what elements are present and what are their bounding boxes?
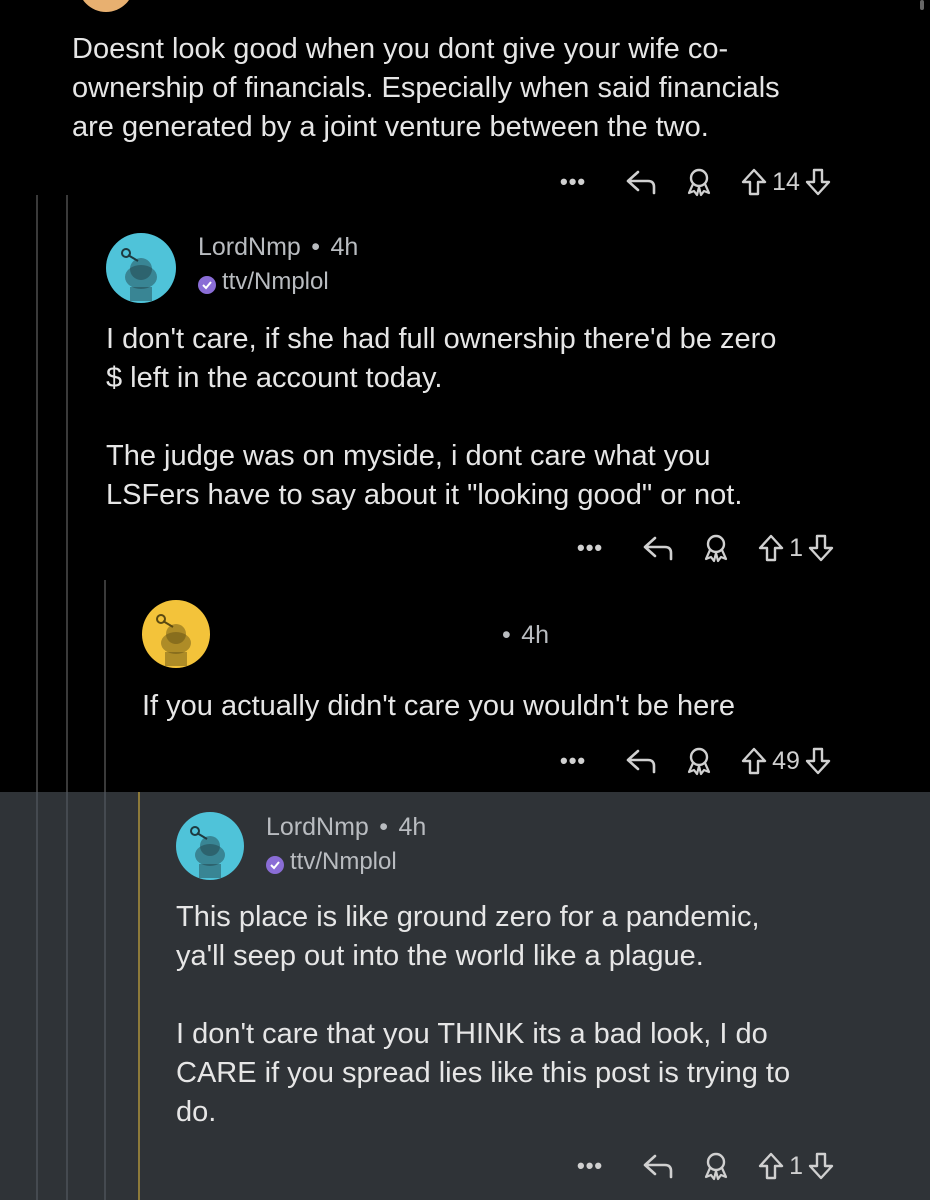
thread-line-1 bbox=[36, 792, 38, 1200]
comment-body: If you actually didn't care you wouldn't… bbox=[142, 690, 736, 722]
award-icon[interactable] bbox=[701, 1151, 731, 1181]
award-icon[interactable] bbox=[684, 746, 714, 776]
comment-body: Doesnt look good when you dont give your… bbox=[72, 33, 780, 143]
vote-score: 49 bbox=[772, 746, 800, 775]
snoo-avatar-icon bbox=[190, 826, 225, 878]
snoo-avatar-icon bbox=[121, 248, 157, 301]
upvote-icon[interactable] bbox=[740, 167, 768, 197]
comment-actions: ••• 49 bbox=[560, 743, 832, 779]
verified-icon bbox=[266, 855, 284, 874]
user-flair: ttv/Nmplol bbox=[266, 848, 397, 876]
avatar[interactable] bbox=[106, 233, 176, 303]
thread-line-2 bbox=[66, 792, 68, 1200]
award-icon[interactable] bbox=[684, 167, 714, 197]
scrollbar[interactable] bbox=[920, 0, 924, 10]
comment-header: LordNmp • 4h bbox=[266, 813, 426, 842]
downvote-icon[interactable] bbox=[804, 746, 832, 776]
reply-icon[interactable] bbox=[624, 746, 658, 776]
comment-actions: ••• 1 bbox=[577, 1148, 835, 1184]
user-flair: ttv/Nmplol bbox=[198, 268, 329, 296]
vote-score: 1 bbox=[789, 533, 804, 562]
downvote-icon[interactable] bbox=[807, 1151, 835, 1181]
vote-score: 14 bbox=[772, 167, 800, 196]
username[interactable]: LordNmp bbox=[266, 813, 369, 841]
comment-actions: ••• 14 bbox=[560, 164, 832, 200]
highlight-line bbox=[138, 792, 140, 1200]
upvote-icon[interactable] bbox=[757, 533, 785, 563]
thread-line-1 bbox=[36, 195, 38, 795]
avatar[interactable] bbox=[142, 600, 210, 668]
comment-body: This place is like ground zero for a pan… bbox=[176, 901, 791, 1128]
downvote-icon[interactable] bbox=[804, 167, 832, 197]
vote-score: 1 bbox=[789, 1151, 804, 1180]
timestamp: 4h bbox=[330, 233, 359, 261]
verified-icon bbox=[198, 275, 216, 294]
more-icon[interactable]: ••• bbox=[577, 1153, 603, 1179]
upvote-icon[interactable] bbox=[740, 746, 768, 776]
upvote-icon[interactable] bbox=[757, 1151, 785, 1181]
thread-line-3 bbox=[104, 580, 106, 795]
downvote-icon[interactable] bbox=[807, 533, 835, 563]
reply-icon[interactable] bbox=[641, 533, 675, 563]
thread-line-2 bbox=[66, 195, 68, 795]
separator: • bbox=[502, 621, 511, 649]
timestamp: 4h bbox=[521, 621, 550, 649]
more-icon[interactable]: ••• bbox=[560, 169, 586, 195]
reply-icon[interactable] bbox=[624, 167, 658, 197]
comment-body: I don't care, if she had full ownership … bbox=[106, 323, 777, 511]
thread-line-3 bbox=[104, 792, 106, 1200]
separator: • bbox=[379, 813, 389, 841]
more-icon[interactable]: ••• bbox=[577, 535, 603, 561]
timestamp: 4h bbox=[398, 813, 427, 841]
snoo-avatar-icon bbox=[156, 614, 191, 666]
avatar[interactable] bbox=[176, 812, 244, 880]
comment-header: LordNmp • 4h bbox=[198, 233, 358, 262]
username[interactable]: LordNmp bbox=[198, 233, 301, 261]
reply-icon[interactable] bbox=[641, 1151, 675, 1181]
separator: • bbox=[311, 233, 321, 261]
award-icon[interactable] bbox=[701, 533, 731, 563]
avatar-partial bbox=[78, 0, 134, 12]
comment-actions: ••• 1 bbox=[577, 530, 835, 566]
more-icon[interactable]: ••• bbox=[560, 748, 586, 774]
comment-header: • 4h bbox=[496, 621, 549, 650]
